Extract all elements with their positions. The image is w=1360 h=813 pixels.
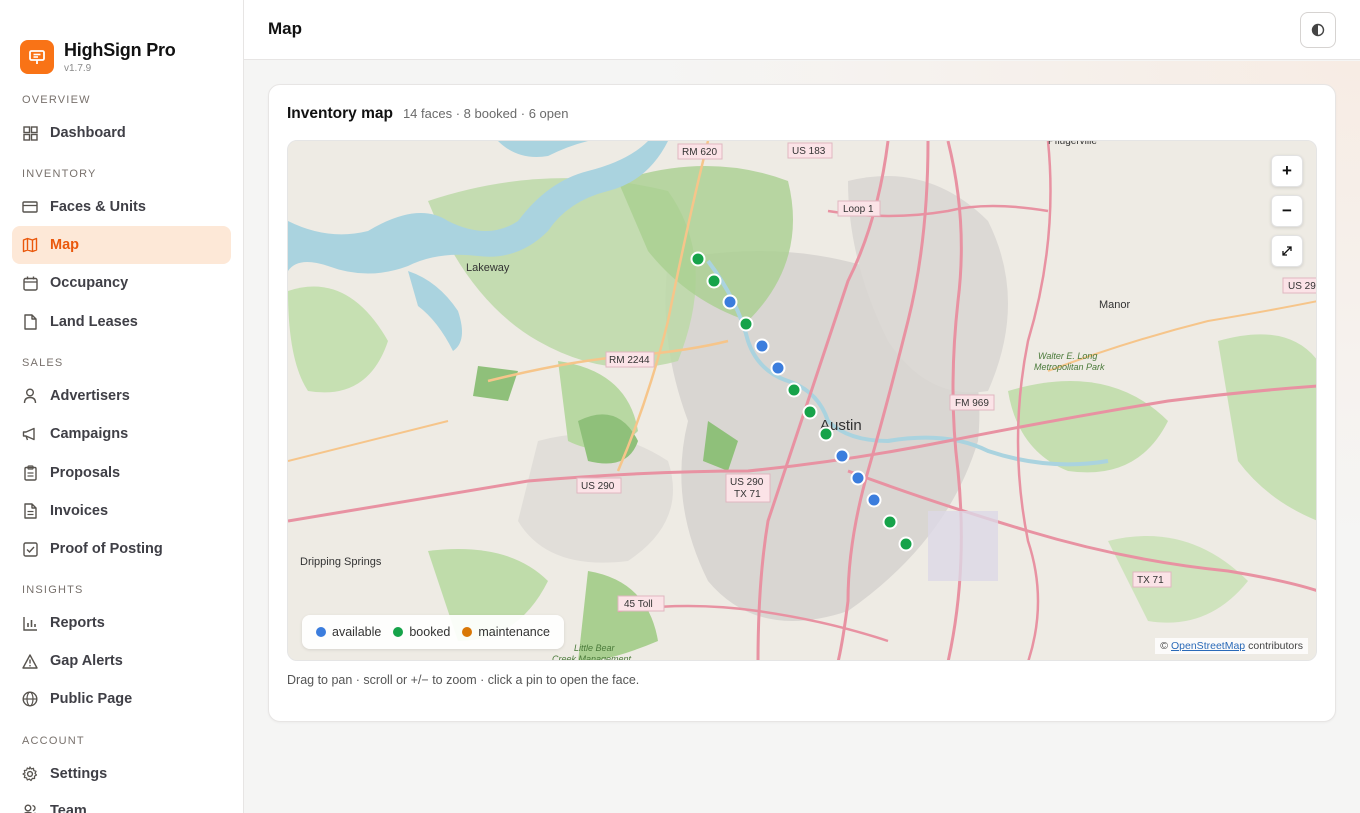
users-icon [22, 803, 38, 813]
theme-toggle-button[interactable] [1300, 12, 1336, 48]
map-pin-booked[interactable] [738, 316, 754, 332]
sidebar-item-settings[interactable]: Settings [12, 755, 231, 793]
sidebar-item-label: Campaigns [50, 426, 129, 443]
map-pin-booked[interactable] [882, 514, 898, 530]
sidebar-item-campaigns[interactable]: Campaigns [12, 415, 231, 453]
sidebar-item-reports[interactable]: Reports [12, 604, 231, 642]
calendar-icon [22, 275, 38, 291]
map-pin-booked[interactable] [898, 536, 914, 552]
map-pin-booked[interactable] [706, 273, 722, 289]
sidebar-item-advertisers[interactable]: Advertisers [12, 377, 231, 415]
sidebar-item-label: Invoices [50, 502, 109, 519]
card-title: Inventory map [287, 105, 393, 122]
section-label-account: ACCOUNT [22, 735, 85, 747]
sidebar-item-label: Faces & Units [50, 199, 146, 215]
zoom-in-button[interactable]: + [1271, 155, 1303, 187]
sidebar-item-label: Reports [50, 615, 105, 631]
sidebar-item-label: Public Page [50, 691, 133, 708]
map-pin-available[interactable] [866, 492, 882, 508]
map-legend: available booked maintenance [302, 615, 564, 649]
check-square-icon [22, 541, 38, 557]
legend-item-maintenance: maintenance [462, 625, 550, 639]
attribution-suffix: contributors [1248, 640, 1303, 652]
sidebar-item-map[interactable]: Map [12, 226, 231, 265]
logo-icon [20, 39, 54, 74]
globe-icon [22, 691, 38, 707]
sidebar-item-label: Occupancy [50, 275, 129, 292]
map-pin-available[interactable] [834, 448, 850, 464]
sidebar-item-proof-of-posting[interactable]: Proof of Posting [12, 530, 231, 568]
legend-label: available [332, 625, 382, 639]
zoom-out-button[interactable]: − [1271, 195, 1303, 227]
bar-chart-icon [22, 615, 38, 631]
sidebar: HighSign Pro v1.7.9 OVERVIEW Dashboard INV… [0, 0, 244, 813]
file-icon [22, 313, 38, 330]
app-version: v1.7.9 [64, 62, 92, 74]
megaphone-icon [22, 426, 38, 442]
attribution-prefix: © [1160, 640, 1168, 652]
map-pin-available[interactable] [754, 338, 770, 354]
section-label-inventory: INVENTORY [22, 168, 97, 180]
clipboard-icon [22, 464, 38, 481]
sidebar-item-label: Advertisers [50, 388, 130, 404]
sidebar-item-proposals[interactable]: Proposals [12, 454, 231, 492]
user-icon [22, 388, 38, 404]
page-title: Map [268, 19, 302, 38]
map-pin-booked[interactable] [786, 382, 802, 398]
sidebar-item-label: Gap Alerts [50, 653, 123, 670]
legend-item-available: available [316, 625, 381, 639]
gear-icon [22, 766, 38, 782]
map-attribution: © OpenStreetMap contributors [1155, 638, 1308, 654]
alert-triangle-icon [22, 653, 38, 669]
legend-label: maintenance [478, 625, 550, 639]
map-hint: Drag to pan · scroll or +/− to zoom · cl… [287, 673, 640, 687]
map-icon [22, 237, 38, 253]
card-subtitle: 14 faces · 8 booked · 6 open [402, 106, 569, 121]
sidebar-item-label: Land Leases [50, 313, 138, 330]
section-label-overview: OVERVIEW [22, 94, 91, 106]
sidebar-item-faces-units[interactable]: Faces & Units [12, 188, 231, 226]
map-pin-booked[interactable] [690, 251, 706, 267]
section-label-sales: SALES [22, 357, 64, 369]
legend-dot [316, 627, 326, 637]
legend-item-booked: booked [393, 625, 450, 639]
sidebar-item-gap-alerts[interactable]: Gap Alerts [12, 642, 231, 680]
map-pin-booked[interactable] [802, 404, 818, 420]
map-pin-booked[interactable] [818, 426, 834, 442]
sidebar-item-occupancy[interactable]: Occupancy [12, 264, 231, 302]
sidebar-item-label: Map [50, 237, 79, 254]
legend-dot [393, 627, 404, 637]
contrast-icon [1311, 23, 1325, 37]
sidebar-item-public-page[interactable]: Public Page [12, 680, 231, 718]
map-pins-layer [690, 251, 914, 552]
map-pin-available[interactable] [770, 360, 786, 376]
map-pin-available[interactable] [850, 470, 866, 486]
expand-icon [1282, 246, 1292, 256]
sidebar-item-invoices[interactable]: Invoices [12, 492, 231, 530]
sidebar-item-label: Team [50, 802, 87, 813]
sidebar-item-dashboard[interactable]: Dashboard [12, 114, 231, 152]
app-name: HighSign Pro [64, 39, 176, 60]
map-canvas[interactable]: RM 620 US 183 Loop 1 RM 2244 US 290 US 2… [287, 140, 1317, 661]
fullscreen-button[interactable] [1271, 235, 1303, 267]
legend-dot [462, 627, 473, 637]
sidebar-item-label: Dashboard [50, 125, 126, 141]
sidebar-item-land-leases[interactable]: Land Leases [12, 303, 231, 341]
brand: HighSign Pro v1.7.9 [0, 0, 243, 88]
billboard-icon [22, 199, 38, 215]
top-bar: Map [244, 0, 1360, 60]
sidebar-item-label: Proposals [50, 464, 121, 481]
invoice-icon [22, 503, 38, 519]
sidebar-item-label: Proof of Posting [50, 541, 163, 557]
inventory-map-card: Inventory map 14 faces · 8 booked · 6 op… [268, 84, 1336, 722]
osm-link[interactable]: OpenStreetMap [1171, 640, 1245, 652]
map-pin-available[interactable] [722, 294, 738, 310]
sidebar-item-team[interactable]: Team [12, 792, 231, 813]
legend-label: booked [409, 625, 451, 639]
section-label-insights: INSIGHTS [22, 584, 84, 596]
sidebar-item-label: Settings [50, 766, 108, 782]
grid-icon [22, 125, 38, 141]
